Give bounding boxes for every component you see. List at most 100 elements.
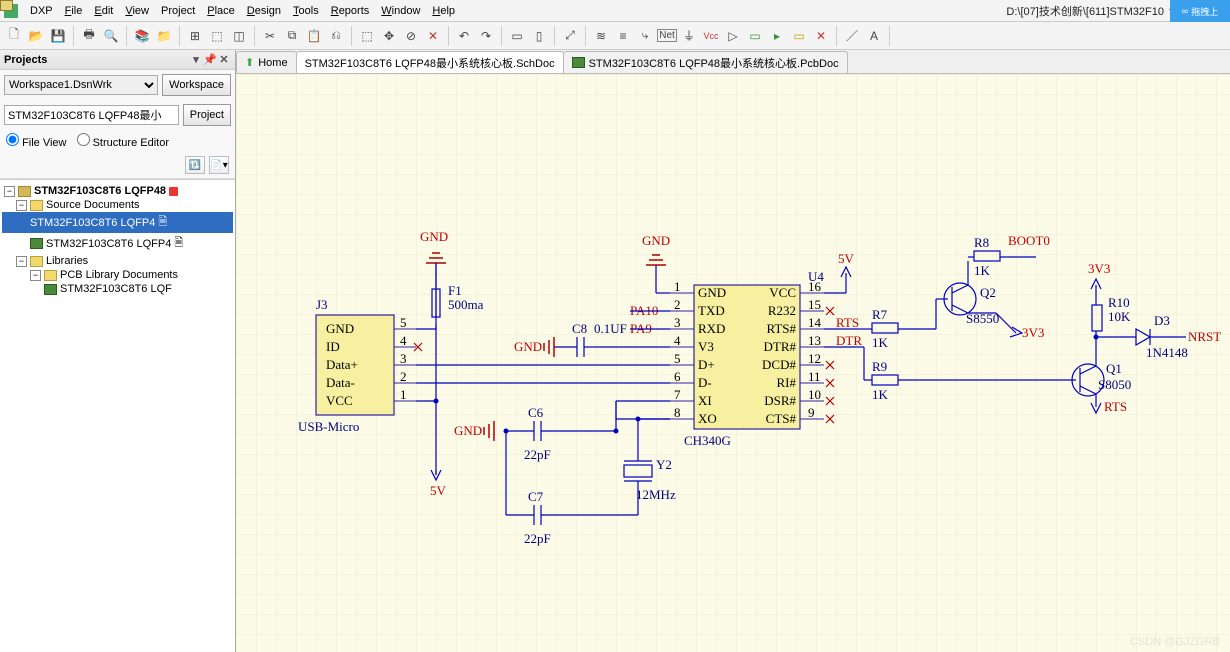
svg-text:XI: XI bbox=[698, 393, 712, 408]
panel-pin-icon[interactable]: 📌 bbox=[203, 53, 217, 66]
select-icon[interactable]: ⬚ bbox=[357, 26, 377, 46]
line-icon[interactable]: ／ bbox=[842, 26, 862, 46]
netlabel-icon[interactable]: Net bbox=[657, 26, 677, 46]
svg-text:500ma: 500ma bbox=[448, 297, 484, 312]
toolbar: 🗋 📂 💾 🖶 🔍 📚 📁 ⊞ ⬚ ◫ ✂ ⧉ 📋 ⎌ ⬚ ✥ ⊘ ✕ ↶ ↷ … bbox=[0, 22, 1230, 50]
move-icon[interactable]: ✥ bbox=[379, 26, 399, 46]
recent-path[interactable]: D:\[07]技术创新\[611]STM32F10 bbox=[1002, 3, 1168, 19]
save-icon[interactable]: 💾 bbox=[48, 26, 68, 46]
svg-text:C6: C6 bbox=[528, 405, 544, 420]
svg-text:F1: F1 bbox=[448, 283, 462, 298]
text-icon[interactable]: A bbox=[864, 26, 884, 46]
tree-source-folder[interactable]: −Source Documents bbox=[2, 198, 233, 212]
open-icon[interactable]: 📂 bbox=[26, 26, 46, 46]
deselect-icon[interactable]: ⊘ bbox=[401, 26, 421, 46]
tab-home[interactable]: ⬆Home bbox=[236, 51, 297, 73]
svg-text:10K: 10K bbox=[1108, 309, 1131, 324]
zoom-fit-icon[interactable]: ⊞ bbox=[185, 26, 205, 46]
vcc-icon[interactable]: Vcc bbox=[701, 26, 721, 46]
open-proj-icon[interactable]: 📁 bbox=[154, 26, 174, 46]
tree-libraries-folder[interactable]: −Libraries bbox=[2, 254, 233, 268]
svg-text:GND: GND bbox=[514, 339, 542, 354]
gnd-icon[interactable]: ⏚ bbox=[679, 26, 699, 46]
menu-design[interactable]: Design bbox=[241, 3, 287, 19]
hier2-icon[interactable]: ▯ bbox=[529, 26, 549, 46]
svg-text:Q2: Q2 bbox=[980, 285, 996, 300]
workspace-button[interactable]: Workspace bbox=[162, 74, 231, 96]
svg-text:9: 9 bbox=[808, 405, 815, 420]
svg-text:3V3: 3V3 bbox=[1088, 261, 1110, 276]
svg-text:GND: GND bbox=[454, 423, 482, 438]
clear-icon[interactable]: ✕ bbox=[423, 26, 443, 46]
cloud-sync-badge[interactable]: ∞拖拽上 bbox=[1170, 0, 1230, 22]
schematic-canvas[interactable]: J3 USB-Micro GND ID Data+ Data- VCC 5 4 … bbox=[236, 74, 1230, 652]
options-icon[interactable]: 📄▾ bbox=[209, 156, 229, 174]
wire-icon[interactable]: ≋ bbox=[591, 26, 611, 46]
zoom-sel-icon[interactable]: ◫ bbox=[229, 26, 249, 46]
svg-text:DTR#: DTR# bbox=[764, 339, 797, 354]
project-tree[interactable]: −STM32F103C8T6 LQFP48 −Source Documents … bbox=[0, 179, 235, 652]
svg-text:1: 1 bbox=[674, 279, 681, 294]
svg-text:R10: R10 bbox=[1108, 295, 1130, 310]
undo-icon[interactable]: ↶ bbox=[454, 26, 474, 46]
project-button[interactable]: Project bbox=[183, 104, 231, 126]
svg-text:ID: ID bbox=[326, 339, 340, 354]
svg-text:1: 1 bbox=[400, 387, 407, 402]
svg-text:RXD: RXD bbox=[698, 321, 725, 336]
svg-text:BOOT0: BOOT0 bbox=[1008, 233, 1050, 248]
tree-pcblib-file[interactable]: STM32F103C8T6 LQF bbox=[2, 282, 233, 296]
menu-file[interactable]: File bbox=[59, 3, 89, 19]
sheet-icon[interactable]: ▭ bbox=[745, 26, 765, 46]
menu-view[interactable]: View bbox=[119, 3, 155, 19]
svg-text:5V: 5V bbox=[430, 483, 447, 498]
tab-pcb[interactable]: STM32F103C8T6 LQFP48最小系统核心板.PcbDoc bbox=[563, 51, 848, 73]
document-tabbar: ⬆Home STM32F103C8T6 LQFP48最小系统核心板.SchDoc… bbox=[236, 50, 1230, 74]
svg-text:5: 5 bbox=[674, 351, 681, 366]
tree-pcb-doc[interactable]: STM32F103C8T6 LQFP4 🗎 bbox=[2, 233, 233, 254]
tree-project-root[interactable]: −STM32F103C8T6 LQFP48 bbox=[2, 184, 233, 198]
preview-icon[interactable]: 🔍 bbox=[101, 26, 121, 46]
bus-icon[interactable]: ≡ bbox=[613, 26, 633, 46]
zoom-area-icon[interactable]: ⬚ bbox=[207, 26, 227, 46]
refresh-icon[interactable]: 🔃 bbox=[185, 156, 205, 174]
svg-text:10: 10 bbox=[808, 387, 821, 402]
menu-help[interactable]: Help bbox=[426, 3, 461, 19]
busjoin-icon[interactable]: ⤷ bbox=[635, 26, 655, 46]
noerc-icon[interactable]: ✕ bbox=[811, 26, 831, 46]
svg-text:RTS: RTS bbox=[1104, 399, 1127, 414]
paste-icon[interactable]: 📋 bbox=[304, 26, 324, 46]
menu-dxp[interactable]: DXP bbox=[24, 3, 59, 19]
tab-schematic[interactable]: STM32F103C8T6 LQFP48最小系统核心板.SchDoc bbox=[296, 51, 564, 73]
panel-close-icon[interactable]: ✕ bbox=[217, 53, 231, 66]
copy-icon[interactable]: ⧉ bbox=[282, 26, 302, 46]
cross-probe-icon[interactable]: ⤢ bbox=[560, 26, 580, 46]
svg-text:3V3: 3V3 bbox=[1022, 325, 1044, 340]
menu-reports[interactable]: Reports bbox=[325, 3, 376, 19]
port-icon[interactable]: ▭ bbox=[789, 26, 809, 46]
project-field[interactable] bbox=[4, 105, 179, 125]
menu-project[interactable]: Project bbox=[155, 3, 201, 19]
print-icon[interactable]: 🖶 bbox=[79, 26, 99, 46]
svg-text:R232: R232 bbox=[768, 303, 796, 318]
menu-tools[interactable]: Tools bbox=[287, 3, 325, 19]
sheetent-icon[interactable]: ▸ bbox=[767, 26, 787, 46]
panel-menu-icon[interactable]: ▾ bbox=[189, 53, 203, 66]
tree-sch-doc[interactable]: STM32F103C8T6 LQFP4 🗎 bbox=[2, 212, 233, 233]
menu-edit[interactable]: Edit bbox=[88, 3, 119, 19]
menu-place[interactable]: Place bbox=[201, 3, 241, 19]
compile-icon[interactable]: 📚 bbox=[132, 26, 152, 46]
new-icon[interactable]: 🗋 bbox=[4, 26, 24, 46]
tree-pcblib-folder[interactable]: −PCB Library Documents bbox=[2, 268, 233, 282]
menu-window[interactable]: Window bbox=[375, 3, 426, 19]
structure-radio[interactable]: Structure Editor bbox=[77, 133, 169, 149]
stamp-icon[interactable]: ⎌ bbox=[326, 26, 346, 46]
svg-text:Y2: Y2 bbox=[656, 457, 672, 472]
redo-icon[interactable]: ↷ bbox=[476, 26, 496, 46]
part-icon[interactable]: ▷ bbox=[723, 26, 743, 46]
svg-text:3: 3 bbox=[674, 315, 681, 330]
svg-text:2: 2 bbox=[674, 297, 681, 312]
fileview-radio[interactable]: File View bbox=[6, 133, 67, 149]
cut-icon[interactable]: ✂ bbox=[260, 26, 280, 46]
workspace-select[interactable]: Workspace1.DsnWrk bbox=[4, 75, 158, 95]
hierarchy-icon[interactable]: ▭ bbox=[507, 26, 527, 46]
